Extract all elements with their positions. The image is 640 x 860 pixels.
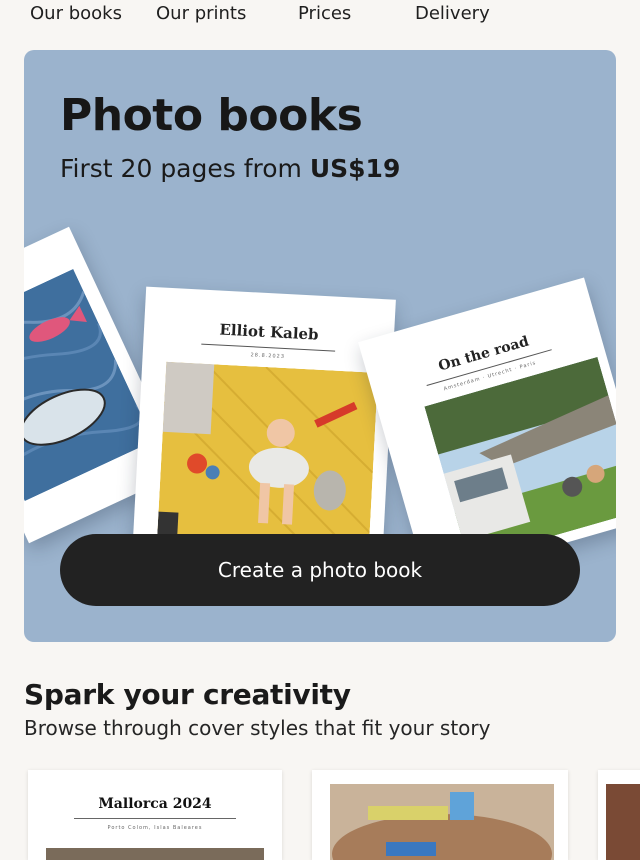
hero-title: Photo books — [60, 90, 363, 141]
nav-our-prints[interactable]: Our prints — [156, 3, 246, 24]
nav-our-books[interactable]: Our books — [30, 3, 122, 24]
hero-price: US$19 — [309, 154, 401, 183]
card-photo — [46, 848, 264, 860]
hero-banner: Photo books First 20 pages from US$19 El… — [24, 50, 616, 642]
card-meta: Porto Colom, Islas Baleares — [107, 825, 203, 831]
nav-prices[interactable]: Prices — [298, 3, 351, 24]
hero-subtitle: First 20 pages from US$19 — [60, 154, 400, 183]
hero-subtitle-text: First 20 pages from — [60, 154, 310, 183]
book-center-title: Elliot Kaleb — [219, 320, 320, 344]
cover-style-card[interactable]: Mallorca 2024 Porto Colom, Islas Baleare… — [28, 770, 282, 860]
fish-drawing — [24, 268, 154, 502]
section-subtitle: Browse through cover styles that fit you… — [24, 716, 491, 740]
section-title: Spark your creativity — [24, 678, 351, 711]
nav-delivery[interactable]: Delivery — [415, 3, 490, 24]
book-left-illustration — [24, 268, 154, 502]
top-nav: Our books Our prints Prices Delivery — [0, 0, 640, 32]
create-photo-book-button[interactable]: Create a photo book — [60, 534, 580, 606]
book-center-cover: Elliot Kaleb 28.8.2023 — [132, 286, 396, 570]
card-rule — [74, 818, 236, 819]
card-title: Mallorca 2024 — [98, 796, 212, 812]
lego-photo — [330, 784, 554, 860]
cover-style-card[interactable] — [598, 770, 640, 860]
card-photo — [606, 784, 640, 860]
card-photo — [330, 784, 554, 860]
cover-style-card[interactable] — [312, 770, 568, 860]
